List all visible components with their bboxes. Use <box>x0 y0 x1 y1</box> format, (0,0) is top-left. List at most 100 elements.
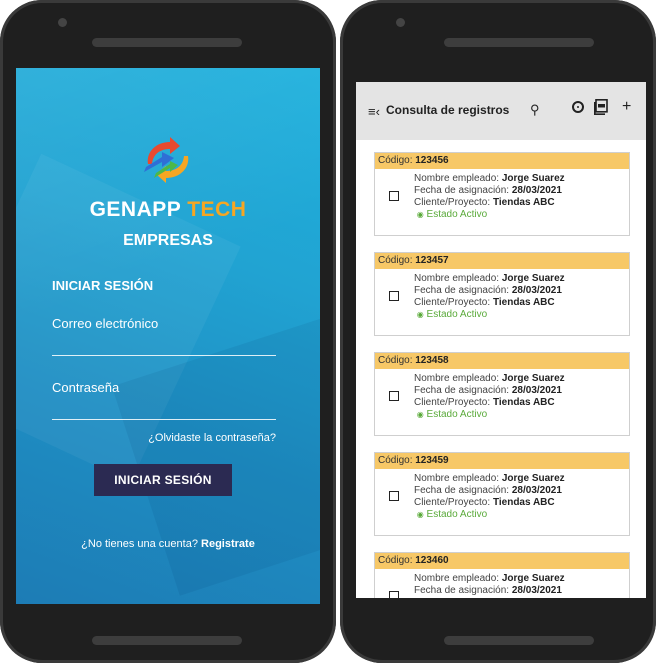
bottom-bezel-bar <box>92 636 242 645</box>
login-phone: GENAPP TECH EMPRESAS INICIAR SESIÓN Corr… <box>0 0 336 663</box>
date-label: Fecha de asignación: <box>414 385 510 396</box>
brand-subtitle: EMPRESAS <box>123 232 213 249</box>
record-info: Nombre empleado: Jorge Suarez Fecha de a… <box>414 273 565 321</box>
pdf-icon[interactable] <box>594 99 608 115</box>
record-code: 123458 <box>415 355 449 366</box>
brand-part2: TECH <box>187 198 247 221</box>
password-field-underline[interactable] <box>52 419 276 420</box>
employee-value: Jorge Suarez <box>501 173 565 184</box>
front-camera <box>58 18 67 27</box>
status-dot-icon: ◉ <box>416 510 424 519</box>
email-field-label[interactable]: Correo electrónico <box>52 316 158 331</box>
employee-value: Jorge Suarez <box>501 473 565 484</box>
status-text: Estado Activo <box>426 309 488 320</box>
add-icon[interactable]: + <box>622 98 631 116</box>
client-label: Cliente/Proyecto: <box>414 297 491 308</box>
record-info: Nombre empleado: Jorge Suarez Fecha de a… <box>414 473 565 521</box>
signup-prompt: ¿No tienes una cuenta? Registrate <box>16 538 320 550</box>
target-icon[interactable] <box>572 101 584 113</box>
client-value: Tiendas ABC <box>492 497 555 508</box>
date-label: Fecha de asignación: <box>414 485 510 496</box>
record-info: Nombre empleado: Jorge Suarez Fecha de a… <box>414 373 565 421</box>
client-value: Tiendas ABC <box>492 197 555 208</box>
record-code: 123459 <box>415 455 449 466</box>
status-dot-icon: ◉ <box>416 210 424 219</box>
client-label: Cliente/Proyecto: <box>414 397 491 408</box>
client-value: Tiendas ABC <box>492 397 555 408</box>
record-code: 123456 <box>415 155 449 166</box>
record-checkbox[interactable] <box>389 591 399 598</box>
employee-value: Jorge Suarez <box>501 573 565 584</box>
brand-name: GENAPP TECH <box>16 198 320 222</box>
employee-value: Jorge Suarez <box>501 373 565 384</box>
employee-label: Nombre empleado: <box>414 373 500 384</box>
client-value: Tiendas ABC <box>492 297 555 308</box>
record-card[interactable]: Código: 123457 Nombre empleado: Jorge Su… <box>374 252 630 336</box>
date-label: Fecha de asignación: <box>414 285 510 296</box>
login-screen: GENAPP TECH EMPRESAS INICIAR SESIÓN Corr… <box>16 68 320 604</box>
login-button[interactable]: INICIAR SESIÓN <box>94 464 232 496</box>
record-code-bar: Código: 123460 <box>375 553 629 569</box>
record-checkbox[interactable] <box>389 491 399 501</box>
employee-label: Nombre empleado: <box>414 573 500 584</box>
status-badge: ◉ Estado Activo <box>414 209 565 221</box>
status-text: Estado Activo <box>426 209 488 220</box>
record-code-bar: Código: 123458 <box>375 353 629 369</box>
earpiece-speaker <box>444 38 594 47</box>
signup-prompt-text: ¿No tienes una cuenta? <box>81 538 198 550</box>
date-value: 28/03/2021 <box>511 585 562 596</box>
forgot-password-link[interactable]: ¿Olvidaste la contraseña? <box>148 432 276 444</box>
record-code: 123460 <box>415 555 449 566</box>
code-label: Código: <box>378 355 413 366</box>
date-value: 28/03/2021 <box>511 385 562 396</box>
date-label: Fecha de asignación: <box>414 185 510 196</box>
brand-part1: GENAPP <box>89 198 181 221</box>
page-title: Consulta de registros <box>386 103 510 117</box>
employee-value: Jorge Suarez <box>501 273 565 284</box>
record-code-bar: Código: 123456 <box>375 153 629 169</box>
employee-label: Nombre empleado: <box>414 473 500 484</box>
record-card[interactable]: Código: 123458 Nombre empleado: Jorge Su… <box>374 352 630 436</box>
record-code: 123457 <box>415 255 449 266</box>
status-badge: ◉ Estado Activo <box>414 309 565 321</box>
status-text: Estado Activo <box>426 509 488 520</box>
genapp-logo-icon <box>144 137 189 183</box>
front-camera <box>396 18 405 27</box>
records-screen: ≡‹ Consulta de registros ⚲ + Código: 123… <box>356 82 646 598</box>
password-field-label[interactable]: Contraseña <box>52 380 119 395</box>
client-label: Cliente/Proyecto: <box>414 497 491 508</box>
login-section-title: INICIAR SESIÓN <box>52 278 154 293</box>
status-badge: ◉ Estado Activo <box>414 509 565 521</box>
menu-icon[interactable]: ≡‹ <box>368 104 380 119</box>
status-badge: ◉ Estado Activo <box>414 409 565 421</box>
signup-link[interactable]: Registrate <box>201 538 255 550</box>
client-label: Cliente/Proyecto: <box>414 197 491 208</box>
record-checkbox[interactable] <box>389 391 399 401</box>
code-label: Código: <box>378 155 413 166</box>
employee-label: Nombre empleado: <box>414 273 500 284</box>
status-dot-icon: ◉ <box>416 410 424 419</box>
date-value: 28/03/2021 <box>511 285 562 296</box>
earpiece-speaker <box>92 38 242 47</box>
date-label: Fecha de asignación: <box>414 585 510 596</box>
code-label: Código: <box>378 255 413 266</box>
status-dot-icon: ◉ <box>416 310 424 319</box>
records-phone: ≡‹ Consulta de registros ⚲ + Código: 123… <box>340 0 656 663</box>
record-card[interactable]: Código: 123456 Nombre empleado: Jorge Su… <box>374 152 630 236</box>
record-info: Nombre empleado: Jorge Suarez Fecha de a… <box>414 173 565 221</box>
status-text: Estado Activo <box>426 409 488 420</box>
record-card[interactable]: Código: 123460 Nombre empleado: Jorge Su… <box>374 552 630 598</box>
code-label: Código: <box>378 455 413 466</box>
employee-label: Nombre empleado: <box>414 173 500 184</box>
email-field-underline[interactable] <box>52 355 276 356</box>
record-checkbox[interactable] <box>389 191 399 201</box>
date-value: 28/03/2021 <box>511 185 562 196</box>
code-label: Código: <box>378 555 413 566</box>
record-checkbox[interactable] <box>389 291 399 301</box>
bottom-bezel-bar <box>444 636 594 645</box>
record-info: Nombre empleado: Jorge Suarez Fecha de a… <box>414 573 565 597</box>
record-code-bar: Código: 123459 <box>375 453 629 469</box>
search-icon[interactable]: ⚲ <box>530 102 540 118</box>
date-value: 28/03/2021 <box>511 485 562 496</box>
record-card[interactable]: Código: 123459 Nombre empleado: Jorge Su… <box>374 452 630 536</box>
